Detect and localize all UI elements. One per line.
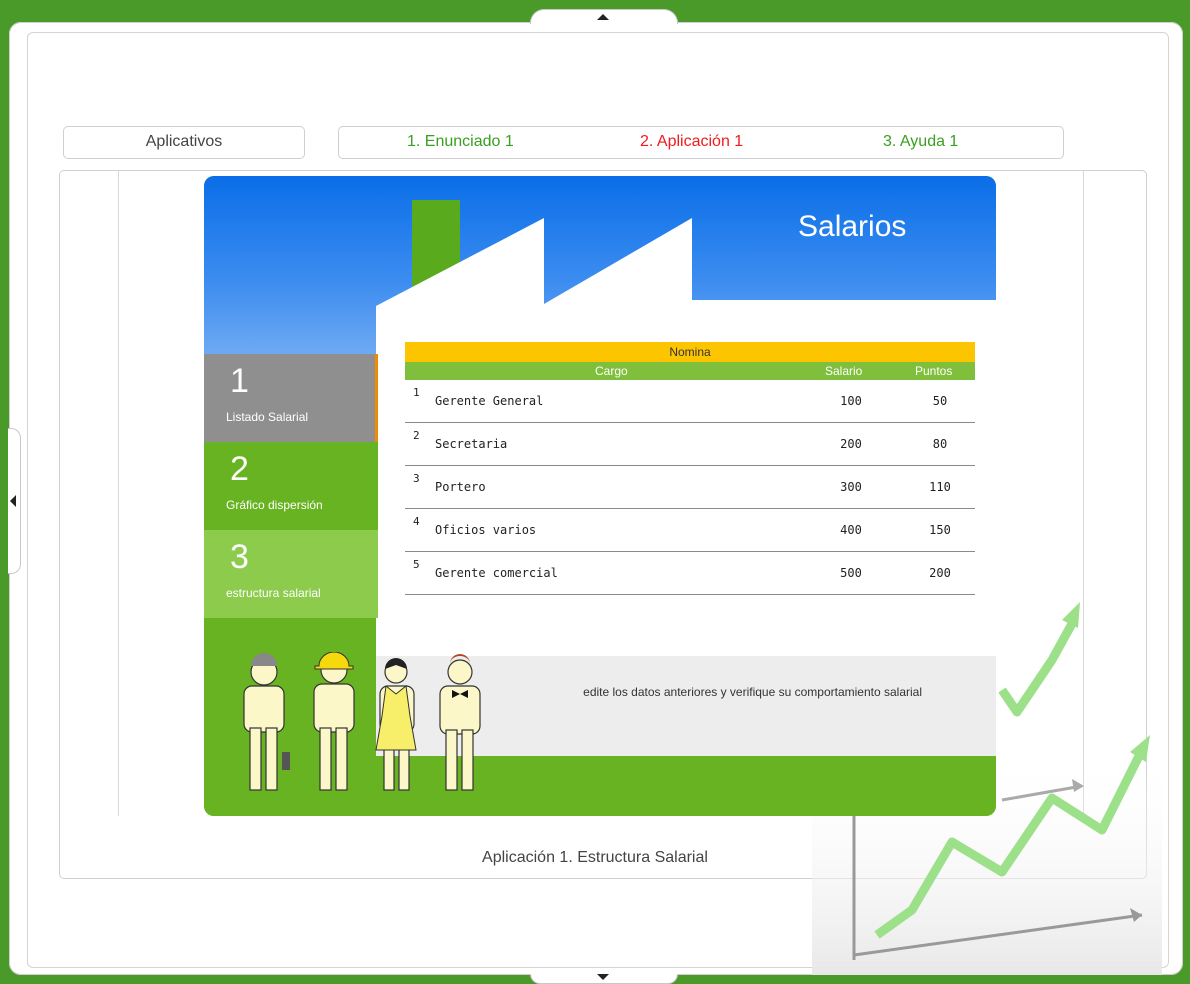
puntos-cell[interactable]: 150 [925,523,955,537]
nomina-table: Nomina Cargo Salario Puntos 1 Gerente Ge… [405,342,975,595]
puntos-cell[interactable]: 50 [925,394,955,408]
table-row[interactable]: 5 Gerente comercial 500 200 [405,552,975,595]
header-cargo: Cargo [595,364,628,378]
chevron-up-icon [597,14,609,20]
tab-aplicacion[interactable]: 2. Aplicación 1 [640,133,743,151]
menu-number: 1 [230,362,249,400]
salario-cell[interactable]: 300 [836,480,866,494]
tab-enunciado[interactable]: 1. Enunciado 1 [407,133,514,151]
apps-tab-label: Aplicativos [145,133,223,150]
menu-number: 2 [230,450,249,488]
chevron-down-icon [597,974,609,980]
table-row[interactable]: 4 Oficios varios 400 150 [405,509,975,552]
salario-cell[interactable]: 500 [836,566,866,580]
menu-item-listado[interactable]: 1 Listado Salarial [204,354,378,442]
puntos-cell[interactable]: 110 [925,480,955,494]
row-index: 1 [413,386,420,399]
cargo-cell[interactable]: Gerente General [435,394,543,408]
cargo-cell[interactable]: Portero [435,480,486,494]
table-caption: Nomina [405,342,975,362]
table-row[interactable]: 3 Portero 300 110 [405,466,975,509]
steps-nav: 1. Enunciado 1 2. Aplicación 1 3. Ayuda … [338,126,1064,159]
salario-cell[interactable]: 100 [836,394,866,408]
apps-tab[interactable]: Aplicativos [63,126,305,159]
tab-ayuda[interactable]: 3. Ayuda 1 [883,133,958,151]
puntos-cell[interactable]: 200 [925,566,955,580]
table-header: Cargo Salario Puntos [405,362,975,380]
salario-cell[interactable]: 200 [836,437,866,451]
cargo-cell[interactable]: Oficios varios [435,523,536,537]
workers-illustration [243,652,481,791]
row-index: 3 [413,472,420,485]
header-puntos: Puntos [915,364,953,378]
table-row[interactable]: 2 Secretaria 200 80 [405,423,975,466]
row-index: 5 [413,558,420,571]
collapse-left-handle[interactable] [8,428,21,574]
salario-cell[interactable]: 400 [836,523,866,537]
menu-item-estructura[interactable]: 3 estructura salarial [204,530,378,618]
menu-label: estructura salarial [226,586,321,600]
puntos-cell[interactable]: 80 [925,437,955,451]
menu-label: Gráfico dispersión [226,498,323,512]
figure-caption: Aplicación 1. Estructura Salarial [482,849,708,866]
chevron-left-icon [10,495,16,507]
row-index: 4 [413,515,420,528]
cargo-cell[interactable]: Secretaria [435,437,507,451]
header-salario: Salario [825,364,863,378]
menu-number: 3 [230,538,249,576]
collapse-top-handle[interactable] [530,9,678,24]
row-index: 2 [413,429,420,442]
cargo-cell[interactable]: Gerente comercial [435,566,558,580]
menu-label: Listado Salarial [226,410,309,424]
menu-item-grafico[interactable]: 2 Gráfico dispersión [204,442,378,530]
instructions-text: edite los datos anteriores y verifique s… [583,685,922,699]
app-title: Salarios [798,210,907,243]
table-row[interactable]: 1 Gerente General 100 50 [405,380,975,423]
salarios-app: Salarios 1 Listado Salarial 2 Gráfico di… [204,176,996,816]
